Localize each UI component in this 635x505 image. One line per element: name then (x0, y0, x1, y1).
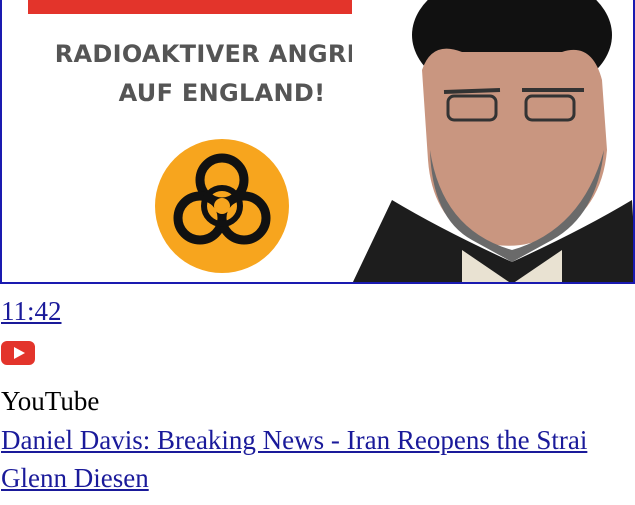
source-label: YouTube (1, 386, 100, 416)
video-thumbnail[interactable]: RADIOAKTIVER ANGRIFF AUF ENGLAND! (0, 0, 635, 284)
biohazard-icon (155, 139, 289, 273)
cleric-portrait-image (352, 0, 633, 282)
video-title-link[interactable]: Daniel Davis: Breaking News - Iran Reope… (1, 425, 587, 456)
video-duration-link[interactable]: 11:42 (1, 296, 62, 327)
channel-link[interactable]: Glenn Diesen (1, 463, 149, 494)
youtube-icon (1, 341, 35, 365)
thumbnail-red-banner (28, 0, 398, 14)
